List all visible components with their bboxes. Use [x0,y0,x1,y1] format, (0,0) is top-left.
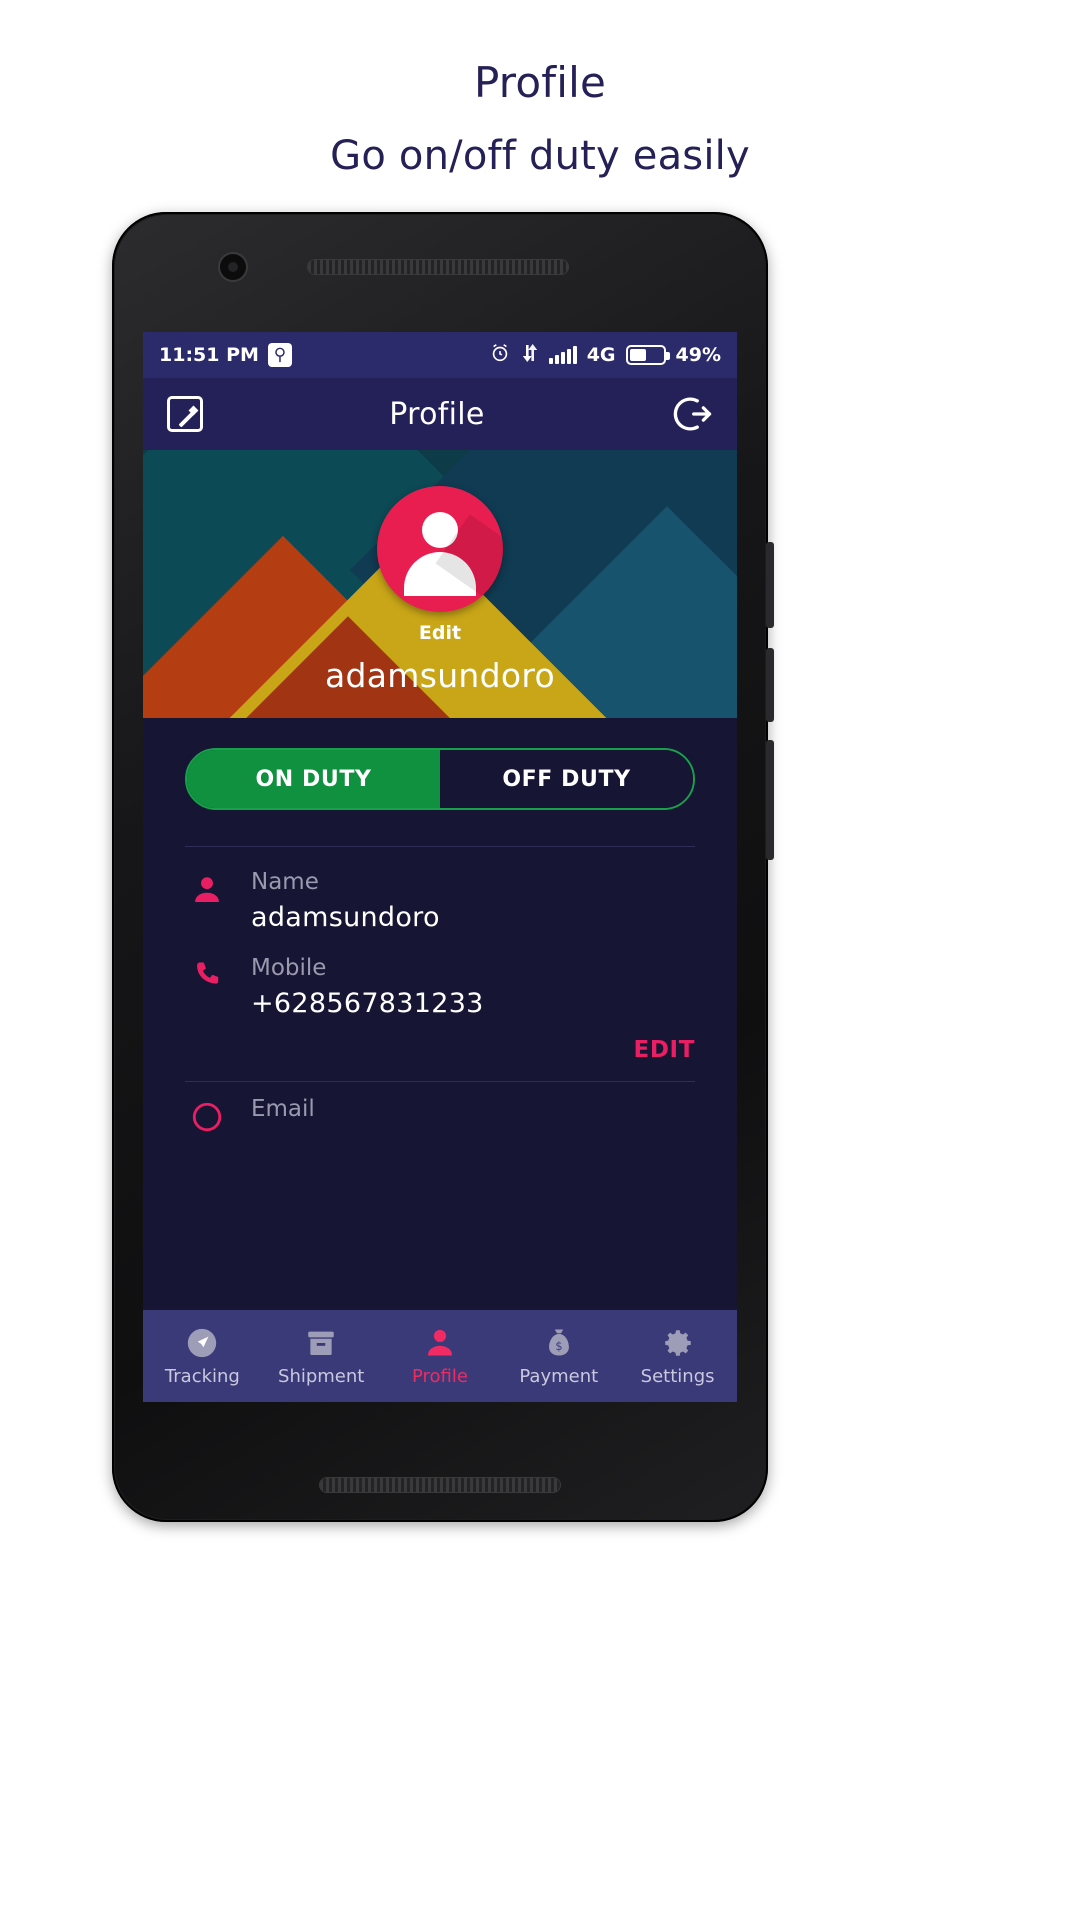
field-name-text: Name adamsundoro [251,869,440,933]
field-name: Name adamsundoro [185,847,695,933]
front-camera-icon [220,254,246,280]
field-mobile: Mobile +628567831233 [185,933,695,1019]
power-button[interactable] [766,740,774,860]
app-bar-title: Profile [389,396,485,432]
money-bag-icon: $ [541,1325,577,1361]
status-bar-left: 11:51 PM ⚲ [159,343,292,367]
volume-down-button[interactable] [766,648,774,722]
page-title: Profile [474,58,606,107]
signal-bars-icon [548,346,577,364]
field-name-value: adamsundoro [251,902,440,933]
field-name-label: Name [251,869,319,895]
nav-item-settings[interactable]: Settings [618,1310,737,1402]
field-email-text: Email [251,1096,315,1134]
app-bar: Profile [143,378,737,450]
edit-link[interactable]: EDIT [185,1019,695,1063]
avatar[interactable] [377,486,503,612]
field-email: Email [185,1082,695,1134]
nav-label-profile: Profile [412,1366,468,1387]
nav-label-settings: Settings [640,1366,715,1387]
logout-icon[interactable] [671,393,713,435]
nav-item-shipment[interactable]: Shipment [262,1310,381,1402]
avatar-container[interactable]: Edit [377,486,503,644]
alarm-icon [489,342,511,369]
phone-mockup: 11:51 PM ⚲ 4G 49% Profile Edit adamsundo… [112,212,774,1522]
status-bar-right: 4G 49% [489,342,721,369]
svg-text:$: $ [555,1339,562,1353]
edit-square-icon[interactable] [167,396,203,432]
nav-item-payment[interactable]: $ Payment [499,1310,618,1402]
nav-label-payment: Payment [519,1366,599,1387]
nav-label-shipment: Shipment [278,1366,365,1387]
bottom-speaker [320,1478,560,1492]
person-icon [422,1325,458,1361]
status-bar: 11:51 PM ⚲ 4G 49% [143,332,737,378]
field-email-label: Email [251,1096,315,1122]
data-transfer-icon [521,343,539,368]
on-duty-button[interactable]: ON DUTY [187,750,440,808]
phone-screen: 11:51 PM ⚲ 4G 49% Profile Edit adamsundo… [143,332,737,1402]
duty-toggle[interactable]: ON DUTY OFF DUTY [185,748,695,810]
network-type: 4G [586,344,616,366]
field-mobile-value: +628567831233 [251,988,484,1019]
email-icon [185,1096,229,1134]
volume-up-button[interactable] [766,542,774,628]
sync-icon: ⚲ [267,343,292,367]
profile-body: ON DUTY OFF DUTY Name adamsundoro Mobile… [143,748,737,1134]
avatar-edit-label[interactable]: Edit [377,622,503,644]
battery-percent: 49% [675,344,721,366]
off-duty-button[interactable]: OFF DUTY [440,750,693,808]
gear-icon [660,1325,696,1361]
profile-banner: Edit adamsundoro [143,450,737,718]
banner-user-name: adamsundoro [324,656,556,695]
person-icon [185,869,229,933]
navigation-arrow-icon [184,1325,220,1361]
earpiece-speaker [308,260,568,274]
phone-icon [185,955,229,1019]
bottom-nav: Tracking Shipment Profile $ Payment Sett… [143,1310,737,1402]
field-mobile-text: Mobile +628567831233 [251,955,484,1019]
page-subtitle: Go on/off duty easily [330,133,750,179]
field-mobile-label: Mobile [251,955,327,981]
battery-icon [625,345,670,365]
box-icon [303,1325,339,1361]
status-time: 11:51 PM [159,344,259,366]
nav-item-tracking[interactable]: Tracking [143,1310,262,1402]
nav-item-profile[interactable]: Profile [381,1310,500,1402]
nav-label-tracking: Tracking [164,1366,240,1387]
